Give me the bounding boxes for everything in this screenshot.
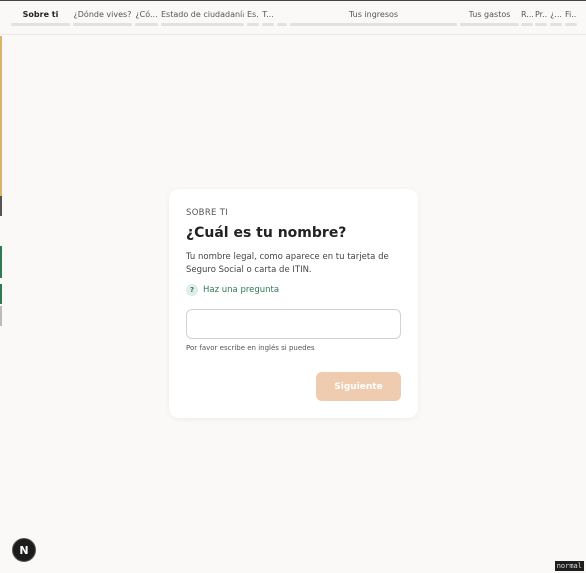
nav-step-expenses[interactable]: Tus gastos (460, 1, 519, 35)
question-title: ¿Cuál es tu nombre? (186, 225, 347, 241)
nav-step-7[interactable] (277, 1, 287, 35)
ask-question-label: Haz una pregunta (203, 285, 280, 295)
nav-step-about-you[interactable]: Sobre ti (11, 1, 70, 35)
nav-step-5[interactable]: Es... (247, 1, 259, 35)
floating-app-button[interactable]: N (12, 538, 36, 562)
nav-step-label: Pr... (535, 10, 547, 19)
nav-step-bar (161, 23, 244, 26)
nav-step-bar (247, 23, 259, 26)
nav-step-bar (460, 23, 519, 26)
question-mark-icon: ? (186, 284, 198, 296)
nav-step-label: ¿... (550, 10, 562, 19)
nav-step-label: ¿Có... (135, 10, 158, 19)
next-button[interactable]: Siguiente (316, 372, 401, 401)
nav-step-label: Tus gastos (468, 10, 511, 19)
nav-step-bar (535, 23, 547, 26)
nav-step-11[interactable]: Pr... (535, 1, 547, 35)
nav-step-where-you-live[interactable]: ¿Dónde vives? (73, 1, 132, 35)
nav-step-bar (521, 23, 533, 26)
nav-step-bar (262, 23, 274, 26)
nav-step-citizenship[interactable]: Estado de ciudadanía (161, 1, 244, 35)
ask-question-link[interactable]: ? Haz una pregunta (186, 284, 279, 296)
nav-step-income[interactable]: Tus ingresos (290, 1, 457, 35)
nav-step-12[interactable]: ¿... (550, 1, 562, 35)
nav-step-bar (565, 23, 577, 26)
nav-step-label: Fi... (565, 10, 577, 19)
nav-step-label: Tus ingresos (348, 10, 399, 19)
nav-step-6[interactable]: T... (262, 1, 274, 35)
nav-step-13[interactable]: Fi... (565, 1, 577, 35)
nav-step-bar (277, 23, 287, 26)
section-eyebrow: SOBRE TI (186, 208, 228, 218)
left-edge-strip (0, 196, 2, 216)
nav-step-bar (11, 23, 70, 26)
nav-step-bar (135, 23, 158, 26)
progress-nav: Sobre ti ¿Dónde vives? ¿Có... Estado de … (0, 1, 586, 35)
nav-step-label: ¿Dónde vives? (73, 10, 132, 19)
left-edge-strip (0, 306, 2, 326)
page: Sobre ti ¿Dónde vives? ¿Có... Estado de … (0, 0, 586, 573)
mode-indicator: normal (554, 561, 584, 571)
nav-step-label: Estado de ciudadanía (161, 10, 244, 19)
nav-step-3[interactable]: ¿Có... (135, 1, 158, 35)
nav-step-label: Es... (247, 10, 259, 19)
name-input[interactable] (186, 309, 401, 339)
n-logo-icon: N (19, 543, 29, 557)
nav-step-bar (73, 23, 132, 26)
question-description: Tu nombre legal, como aparece en tu tarj… (186, 252, 389, 275)
nav-step-label: T... (262, 10, 274, 19)
left-edge-strip (0, 36, 2, 196)
nav-step-bar (550, 23, 562, 26)
question-card: SOBRE TI ¿Cuál es tu nombre? Tu nombre l… (169, 189, 418, 418)
left-edge-strip (0, 284, 2, 304)
nav-step-bar (290, 23, 457, 26)
left-edge-strip (0, 246, 2, 278)
nav-step-label: Sobre ti (22, 10, 59, 19)
nav-step-label: R... (521, 10, 533, 19)
input-hint: Por favor escribe en inglés si puedes (186, 344, 315, 352)
nav-step-10[interactable]: R... (521, 1, 533, 35)
